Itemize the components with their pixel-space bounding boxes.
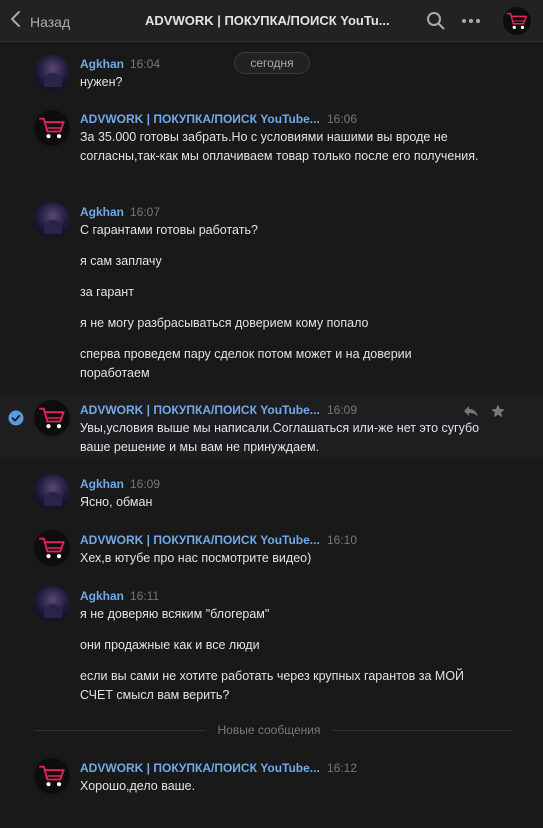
message-time: 16:09	[130, 477, 161, 491]
author-name[interactable]: Agkhan	[80, 477, 124, 491]
avatar[interactable]	[34, 586, 70, 622]
back-button[interactable]: Назад	[10, 10, 70, 33]
search-icon[interactable]	[426, 11, 446, 36]
message-time: 16:04	[130, 57, 161, 71]
divider-line	[332, 730, 512, 731]
new-messages-divider: Новые сообщения	[34, 723, 514, 737]
shopping-cart-icon	[39, 765, 65, 787]
author-name[interactable]: ADVWORK | ПОКУПКА/ПОИСК YouTube...	[80, 761, 320, 775]
star-icon[interactable]	[490, 403, 506, 424]
author-name[interactable]: ADVWORK | ПОКУПКА/ПОИСК YouTube...	[80, 533, 320, 547]
chat-title[interactable]: ADVWORK | ПОКУПКА/ПОИСК YouTu...	[145, 13, 405, 28]
message-text: Ясно, обман	[80, 495, 153, 509]
message-text: За 35.000 готовы забрать.Но с условиями …	[80, 130, 479, 163]
message-text: Хорошо,дело ваше.	[80, 779, 196, 793]
new-messages-label: Новые сообщения	[217, 723, 321, 737]
message-text: Хех,в ютубе про нас посмотрите видео)	[80, 551, 312, 565]
avatar[interactable]	[34, 202, 70, 238]
message-text: за гарант	[80, 285, 134, 299]
message-text: если вы сами не хотите работать через кр…	[80, 669, 465, 702]
avatar[interactable]	[34, 474, 70, 510]
author-name[interactable]: Agkhan	[80, 589, 124, 603]
divider-line	[34, 730, 206, 731]
shopping-cart-icon	[39, 537, 65, 559]
message-text: я не могу разбрасываться доверием кому п…	[80, 316, 369, 330]
date-separator: сегодня	[234, 52, 310, 74]
message-text: я не доверяю всяким "блогерам"	[80, 607, 270, 621]
message-time: 16:09	[327, 403, 358, 417]
more-icon[interactable]	[460, 11, 482, 36]
shopping-cart-icon	[39, 407, 65, 429]
author-name[interactable]: Agkhan	[80, 205, 124, 219]
message-text: Увы,условия выше мы написали.Соглашаться…	[80, 421, 480, 454]
author-name[interactable]: ADVWORK | ПОКУПКА/ПОИСК YouTube...	[80, 403, 320, 417]
check-circle-icon[interactable]	[8, 410, 24, 431]
message-text: сперва проведем пару сделок потом может …	[80, 347, 412, 380]
message-text: они продажные как и все люди	[80, 638, 260, 652]
message-time: 16:07	[130, 205, 161, 219]
message-text: я сам заплачу	[80, 254, 162, 268]
avatar[interactable]	[34, 530, 70, 566]
chat-header: Назад ADVWORK | ПОКУПКА/ПОИСК YouTu...	[0, 0, 543, 42]
chat-avatar[interactable]	[503, 7, 531, 35]
shopping-cart-icon	[39, 117, 65, 139]
message-time: 16:11	[130, 589, 160, 603]
author-name[interactable]: Agkhan	[80, 57, 124, 71]
chevron-left-icon	[10, 10, 22, 33]
message-text: С гарантами готовы работать?	[80, 223, 258, 237]
shopping-cart-icon	[506, 12, 527, 30]
author-name[interactable]: ADVWORK | ПОКУПКА/ПОИСК YouTube...	[80, 112, 320, 126]
avatar[interactable]	[34, 110, 70, 146]
message-text: нужен?	[80, 75, 123, 89]
avatar[interactable]	[34, 758, 70, 794]
avatar[interactable]	[34, 400, 70, 436]
back-label: Назад	[30, 13, 71, 30]
message-time: 16:12	[327, 761, 358, 775]
message-time: 16:10	[327, 533, 358, 547]
avatar[interactable]	[34, 55, 70, 91]
message-time: 16:06	[327, 112, 358, 126]
